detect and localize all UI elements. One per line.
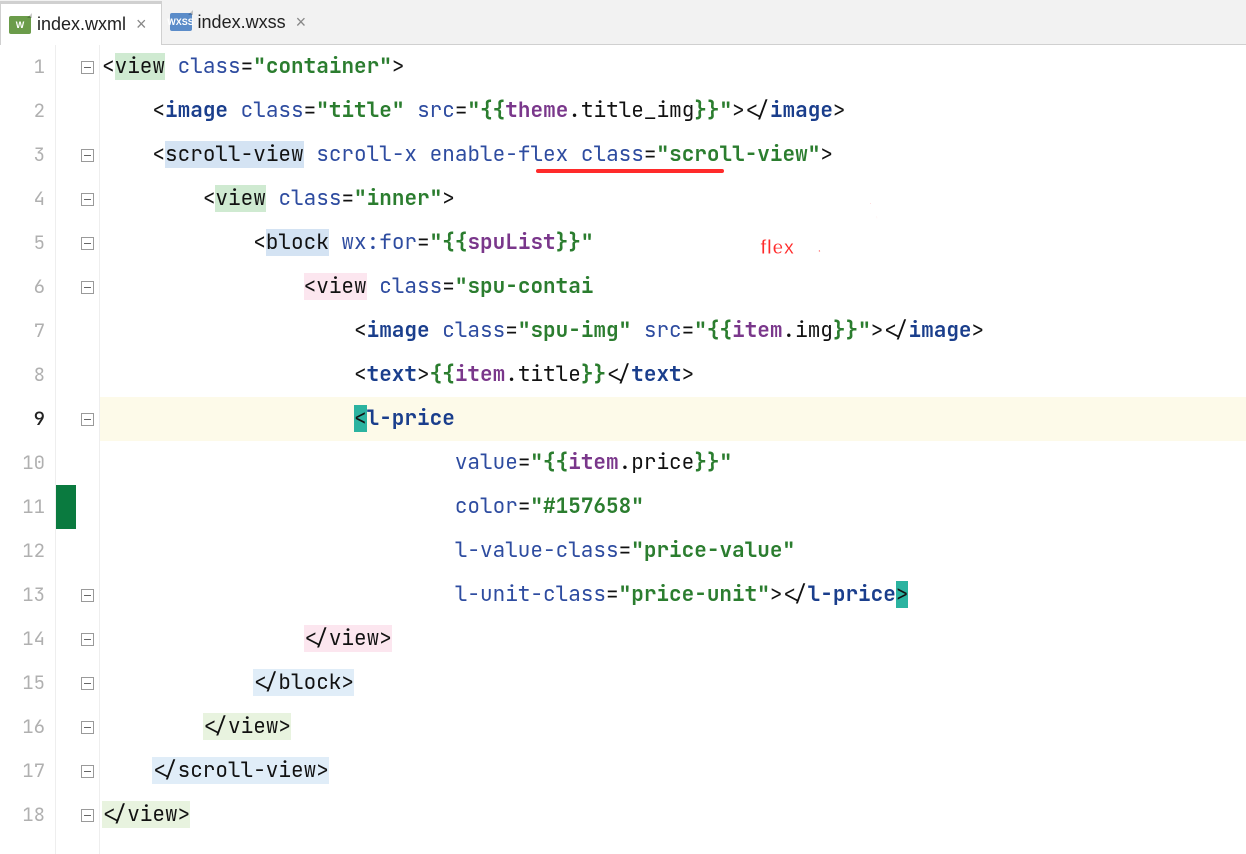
fold-minus-icon[interactable] <box>81 765 94 778</box>
tab-label: index.wxml <box>37 14 126 35</box>
tab-index-wxml[interactable]: W index.wxml × <box>0 1 162 45</box>
code-line: </view> <box>100 617 1246 661</box>
tab-label: index.wxss <box>198 12 286 33</box>
code-line: value="{{item.price}}" <box>100 441 1246 485</box>
line-number: 10 <box>0 441 45 485</box>
line-number: 4 <box>0 177 45 221</box>
fold-minus-icon[interactable] <box>81 677 94 690</box>
line-number: 8 <box>0 353 45 397</box>
fold-minus-icon[interactable] <box>81 281 94 294</box>
line-number: 7 <box>0 309 45 353</box>
code-line: <l-price <box>100 397 1246 441</box>
fold-minus-icon[interactable] <box>81 237 94 250</box>
line-number: 16 <box>0 705 45 749</box>
code-line: <text>{{item.title}}</text> <box>100 353 1246 397</box>
code-line: <view class="container"> <box>100 45 1246 89</box>
code-line: <scroll-view scroll-x enable-flex class=… <box>100 133 1246 177</box>
wxss-file-icon: WXSS <box>170 13 192 31</box>
fold-minus-icon[interactable] <box>81 633 94 646</box>
line-number: 12 <box>0 529 45 573</box>
code-line: </view> <box>100 793 1246 837</box>
line-number: 6 <box>0 265 45 309</box>
line-number: 15 <box>0 661 45 705</box>
fold-minus-icon[interactable] <box>81 589 94 602</box>
editor-tabs: W index.wxml × WXSS index.wxss × <box>0 0 1246 45</box>
line-number: 3 <box>0 133 45 177</box>
editor: 1 2 3 4 5 6 7 8 9 10 11 12 13 14 15 16 1… <box>0 45 1246 854</box>
code-line: </view> <box>100 705 1246 749</box>
close-icon[interactable]: × <box>132 14 151 35</box>
wxml-file-icon: W <box>9 16 31 34</box>
line-number: 14 <box>0 617 45 661</box>
line-number: 18 <box>0 793 45 837</box>
fold-minus-icon[interactable] <box>81 149 94 162</box>
fold-minus-icon[interactable] <box>81 809 94 822</box>
code-line: <block wx:for="{{spuList}}" <box>100 221 1246 265</box>
line-number: 11 <box>0 485 45 529</box>
line-number: 9 <box>0 397 45 441</box>
code-area[interactable]: 现在不需要在它上面开 启flex了，因为一开启 就会出现高度问题 <view c… <box>100 45 1246 854</box>
modified-line-marker <box>56 485 76 529</box>
code-line: <image class="title" src="{{theme.title_… <box>100 89 1246 133</box>
close-icon[interactable]: × <box>292 12 311 33</box>
code-line: <image class="spu-img" src="{{item.img}}… <box>100 309 1246 353</box>
code-line: <view class="inner"> <box>100 177 1246 221</box>
fold-minus-icon[interactable] <box>81 413 94 426</box>
code-line: </block> <box>100 661 1246 705</box>
code-line: l-value-class="price-value" <box>100 529 1246 573</box>
code-line: l-unit-class="price-unit"></l-price> <box>100 573 1246 617</box>
line-gutter: 1 2 3 4 5 6 7 8 9 10 11 12 13 14 15 16 1… <box>0 45 56 854</box>
line-number: 17 <box>0 749 45 793</box>
fold-gutter <box>76 45 100 854</box>
tab-index-wxss[interactable]: WXSS index.wxss × <box>162 0 321 44</box>
code-line: </scroll-view> <box>100 749 1246 793</box>
line-number: 2 <box>0 89 45 133</box>
fold-minus-icon[interactable] <box>81 61 94 74</box>
code-line: <view class="spu-contai <box>100 265 1246 309</box>
line-number: 5 <box>0 221 45 265</box>
fold-minus-icon[interactable] <box>81 721 94 734</box>
fold-minus-icon[interactable] <box>81 193 94 206</box>
line-number: 1 <box>0 45 45 89</box>
code-line: color="#157658" <box>100 485 1246 529</box>
line-number: 13 <box>0 573 45 617</box>
change-marker-strip <box>56 45 76 854</box>
